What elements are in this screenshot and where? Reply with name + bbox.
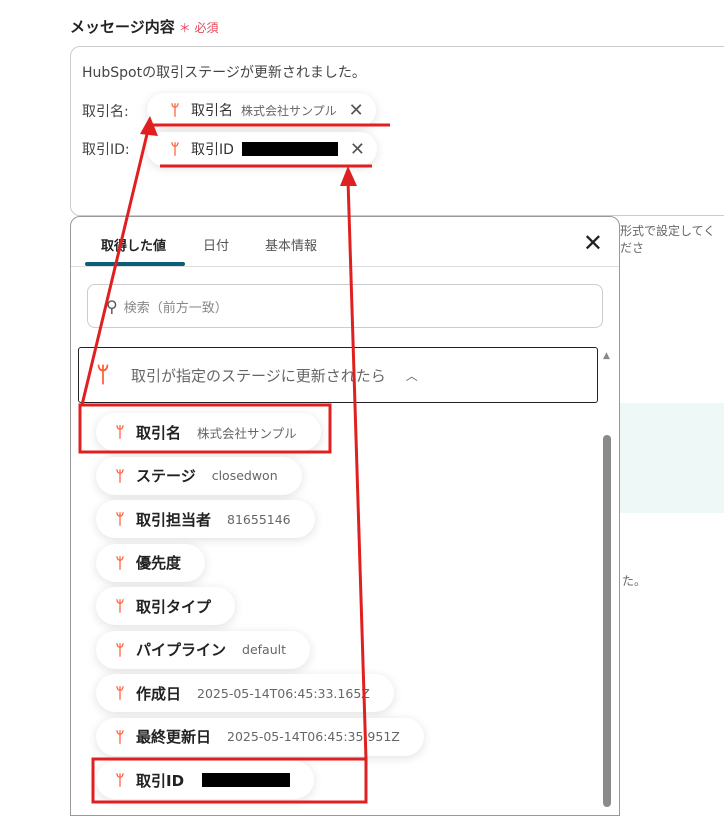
annotation-overlay <box>78 116 390 804</box>
annotation-arrow-line <box>346 179 368 760</box>
annotation-box <box>78 403 332 454</box>
annotation-box <box>91 757 368 804</box>
arrow-head <box>340 166 357 186</box>
annotation-arrow-line <box>80 129 150 406</box>
